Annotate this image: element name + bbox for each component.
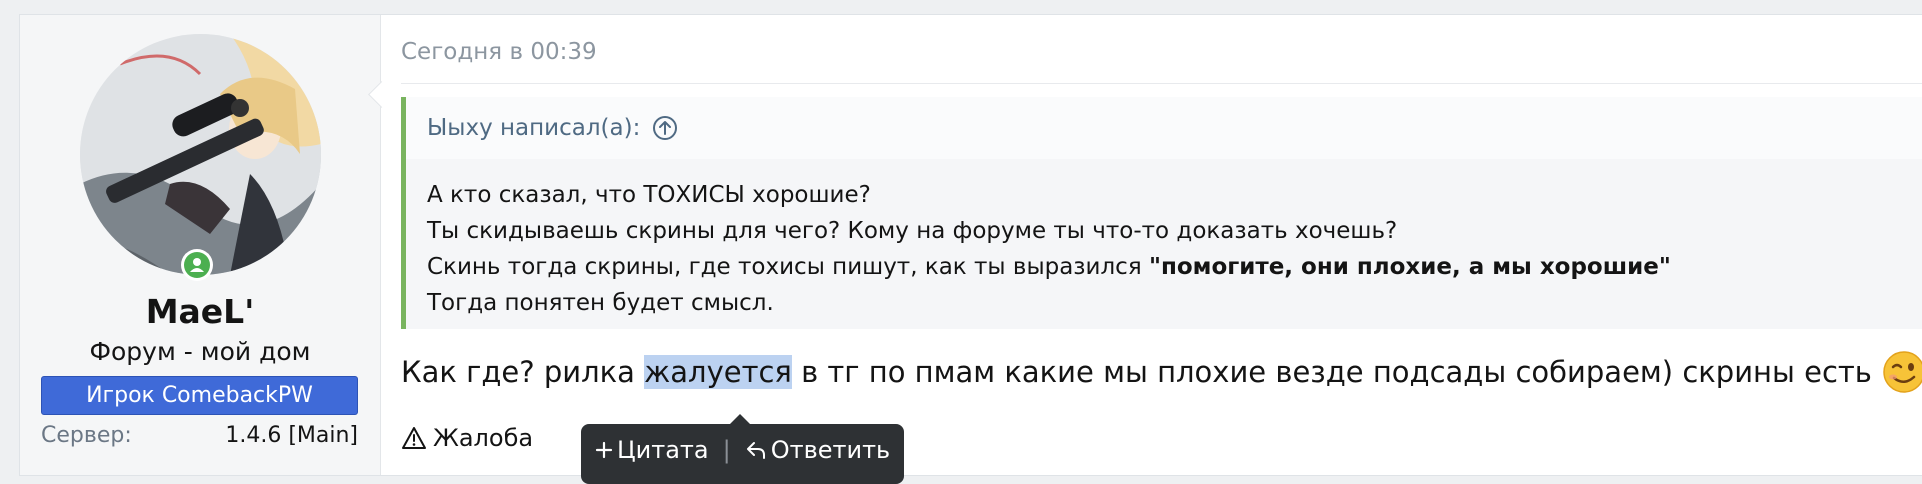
selection-toolbar: Цитата | Ответить (581, 414, 904, 484)
user-info-column: MaeL' Форум - мой дом Игрок ComebackPW С… (20, 15, 381, 475)
user-banner: Игрок ComebackPW (41, 376, 358, 415)
online-status (181, 249, 213, 281)
avatar-image (80, 34, 321, 275)
post-date[interactable]: Сегодня в 00:39 (401, 39, 597, 65)
quote-author: Ыыху написал(а): (427, 115, 641, 141)
quote-block: Ыыху написал(а): А кто сказал, что ТОХИС… (401, 97, 1922, 329)
post-content: Сегодня в 00:39 Ыыху написал(а): А кто с… (382, 15, 1922, 484)
online-user-icon (184, 252, 210, 278)
server-label: Сервер: (41, 423, 132, 448)
forum-post: MaeL' Форум - мой дом Игрок ComebackPW С… (19, 14, 1922, 484)
user-title: Форум - мой дом (89, 337, 311, 366)
message-text-before: Как где? рилка (401, 355, 645, 389)
quote-selection-label: Цитата (617, 436, 709, 464)
quote-line: Тогда понятен будет смысл. (427, 290, 774, 316)
selected-text: жалуется (644, 355, 792, 389)
header-divider (401, 83, 1922, 84)
post-message: Как где? рилка жалуется в тг по пмам как… (401, 350, 1922, 394)
quote-header[interactable]: Ыыху написал(а): (406, 97, 1922, 159)
report-label: Жалоба (433, 424, 534, 452)
reply-selection-label: Ответить (770, 436, 891, 464)
quote-bold-fragment: "помогите, они плохие, а мы хорошие" (1148, 254, 1671, 280)
plus-icon (595, 441, 613, 459)
reply-selection-button[interactable]: Ответить (731, 436, 904, 464)
quote-selection-button[interactable]: Цитата (581, 436, 723, 464)
warning-icon (402, 427, 426, 449)
report-link[interactable]: Жалоба (401, 424, 533, 452)
quote-body: А кто сказал, что ТОХИСЫ хорошие? Ты ски… (427, 177, 1910, 321)
message-text-after: в тг по пмам какие мы плохие везде подса… (791, 355, 1872, 389)
arrow-up-circle-icon[interactable] (652, 115, 678, 141)
quote-line: А кто сказал, что ТОХИСЫ хорошие? (427, 182, 871, 208)
reply-arrow-icon (746, 442, 765, 459)
user-avatar[interactable] (80, 34, 321, 275)
quote-line-text: Скинь тогда скрины, где тохисы пишут, ка… (427, 254, 1142, 280)
username[interactable]: MaeL' (20, 292, 380, 331)
user-server-row: Сервер: 1.4.6 [Main] (41, 423, 358, 448)
quote-line: Ты скидываешь скрины для чего? Кому на ф… (427, 218, 1398, 244)
quote-line: Скинь тогда скрины, где тохисы пишут, ка… (427, 249, 1910, 285)
toolbar-separator: | (722, 436, 731, 464)
server-value: 1.4.6 [Main] (225, 423, 358, 448)
wink-emoji-icon (1882, 350, 1922, 394)
